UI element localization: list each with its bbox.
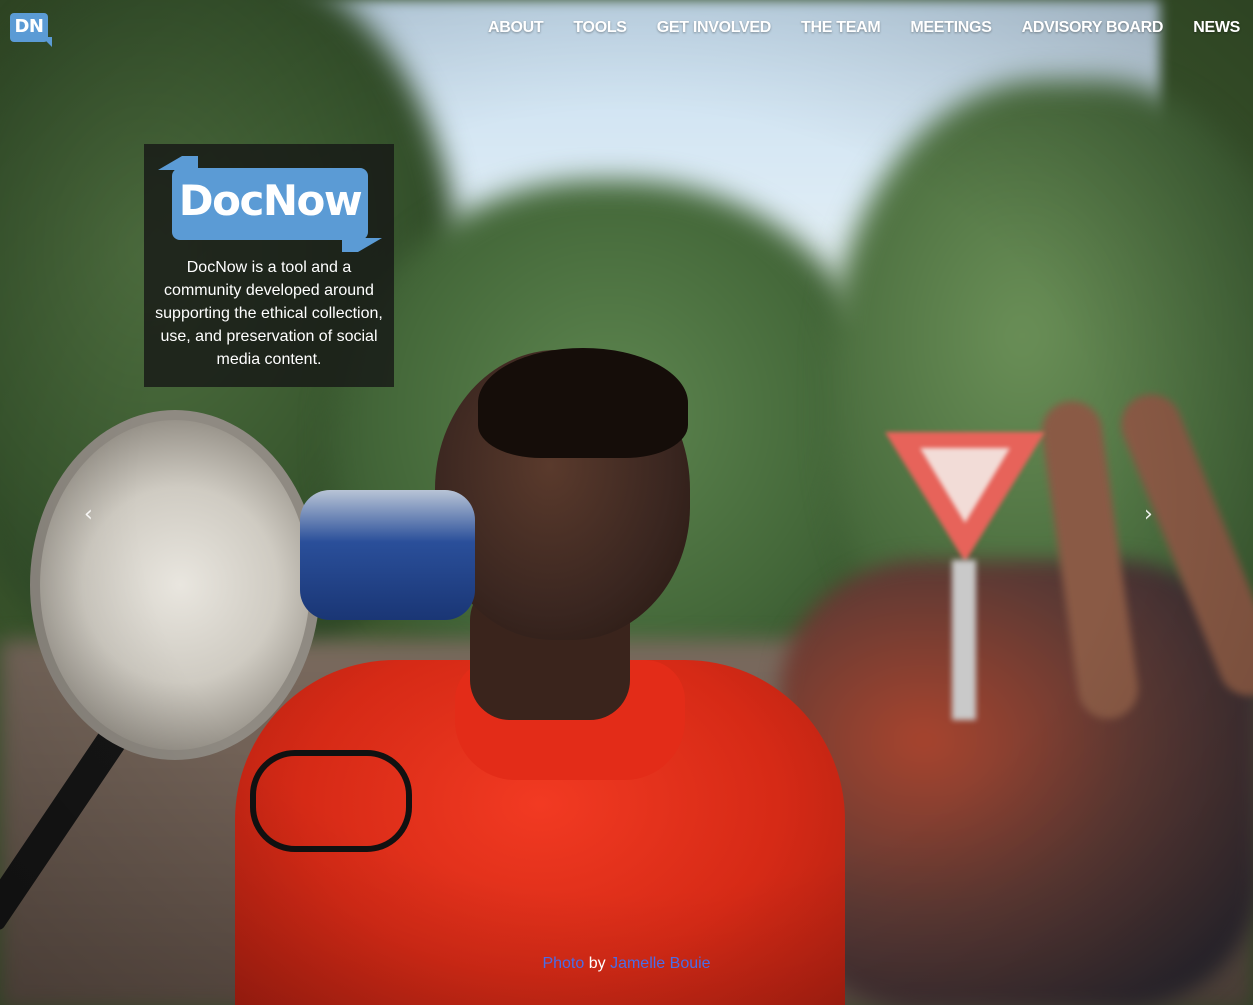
photo-credit: Photo by Jamelle Bouie <box>0 955 1253 973</box>
docnow-logo-word: DocNow <box>178 176 363 225</box>
nav-item-the-team[interactable]: THE TEAM <box>801 19 881 37</box>
main-nav: ABOUT TOOLS GET INVOLVED THE TEAM MEETIN… <box>458 19 1240 37</box>
hero-description: DocNow is a tool and a community develop… <box>155 259 383 368</box>
nav-item-advisory-board[interactable]: ADVISORY BOARD <box>1022 19 1164 37</box>
nav-item-about[interactable]: ABOUT <box>488 19 544 37</box>
hero-intro-card: DocNow DocNow is a tool and a community … <box>144 144 394 387</box>
chevron-right-icon[interactable]: › <box>1144 502 1153 527</box>
nav-item-meetings[interactable]: MEETINGS <box>910 19 991 37</box>
nav-item-news[interactable]: NEWS <box>1193 19 1240 37</box>
photographer-link[interactable]: Jamelle Bouie <box>610 955 711 972</box>
nav-item-get-involved[interactable]: GET INVOLVED <box>657 19 772 37</box>
chevron-left-icon[interactable]: ‹ <box>84 502 93 527</box>
nav-item-tools[interactable]: TOOLS <box>573 19 627 37</box>
photo-link[interactable]: Photo <box>542 955 584 972</box>
site-logo-text: DN <box>14 16 44 37</box>
docnow-logo: DocNow <box>158 156 382 252</box>
site-logo-link[interactable]: DN <box>10 13 52 47</box>
credit-by-text: by <box>588 955 606 972</box>
